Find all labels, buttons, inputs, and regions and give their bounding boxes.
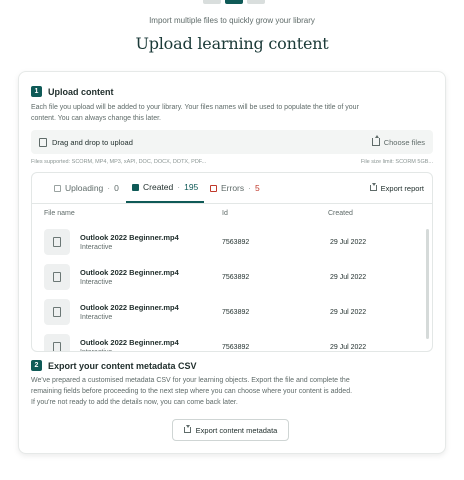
- export-section-description: We've prepared a customised metadata CSV…: [31, 377, 353, 406]
- upload-section-title: Upload content: [48, 86, 114, 97]
- download-icon: [183, 425, 191, 433]
- step-number-badge: 2: [31, 360, 42, 371]
- upload-section-header: 1 Upload content: [31, 86, 114, 97]
- choose-files-button[interactable]: Choose files: [371, 135, 425, 147]
- file-thumbnail: [44, 264, 70, 290]
- file-created-date: 29 Jul 2022: [330, 239, 367, 246]
- tabs-divider: [32, 203, 432, 204]
- column-id: Id: [222, 210, 228, 217]
- document-icon: [53, 342, 61, 351]
- column-created: Created: [328, 210, 353, 217]
- step-indicator-1: [203, 0, 221, 4]
- file-info: Files supported: SCORM, MP4, MP3, xAPI, …: [31, 159, 433, 165]
- document-icon: [53, 307, 61, 317]
- file-thumbnail: [44, 299, 70, 325]
- page-subtitle: Import multiple files to quickly grow yo…: [149, 16, 315, 25]
- file-name: Outlook 2022 Beginner.mp4: [80, 303, 179, 312]
- file-created-date: 29 Jul 2022: [330, 309, 367, 316]
- dropzone-label: Drag and drop to upload: [52, 137, 133, 147]
- file-type: Interactive: [80, 244, 113, 251]
- drop-zone[interactable]: Drag and drop to upload Choose files: [31, 130, 433, 154]
- status-tabs: Uploading · 0 Created · 195 Errors · 5 E…: [32, 173, 432, 203]
- file-type: Interactive: [80, 349, 112, 351]
- upload-icon: [371, 135, 380, 146]
- table-row[interactable]: Outlook 2022 Beginner.mp4 Interactive 75…: [32, 262, 422, 296]
- document-icon: [53, 272, 61, 282]
- table-row[interactable]: Outlook 2022 Beginner.mp4 Interactive 75…: [32, 332, 422, 351]
- file-created-date: 29 Jul 2022: [330, 274, 367, 281]
- table-row[interactable]: Outlook 2022 Beginner.mp4 Interactive 75…: [32, 227, 422, 261]
- file-thumbnail: [44, 229, 70, 255]
- step-indicator-3: [247, 0, 265, 4]
- file-id: 7563892: [222, 239, 250, 246]
- created-icon: [132, 183, 139, 191]
- file-id: 7563892: [222, 344, 250, 351]
- files-supported-text: Files supported: SCORM, MP4, MP3, xAPI, …: [31, 159, 207, 165]
- upload-results-panel: Uploading · 0 Created · 195 Errors · 5 E…: [31, 172, 433, 352]
- export-section-header: 2 Export your content metadata CSV: [31, 360, 197, 371]
- export-report-button[interactable]: Export report: [369, 173, 424, 203]
- tab-uploading[interactable]: Uploading · 0: [54, 173, 119, 203]
- file-thumbnail: [44, 334, 70, 351]
- file-name: Outlook 2022 Beginner.mp4: [80, 338, 179, 347]
- step-number-badge: 1: [31, 86, 42, 97]
- file-name: Outlook 2022 Beginner.mp4: [80, 268, 179, 277]
- upload-card: 1 Upload content Each file you upload wi…: [18, 71, 446, 454]
- progress-stepper: [203, 0, 265, 4]
- file-type: Interactive: [80, 314, 113, 321]
- file-size-limit-text: File size limit: SCORM 5GB...: [360, 159, 433, 165]
- table-row[interactable]: Outlook 2022 Beginner.mp4 Interactive 75…: [32, 297, 422, 331]
- file-id: 7563892: [222, 309, 250, 316]
- uploading-icon: [54, 184, 61, 192]
- column-file-name: File name: [44, 210, 75, 217]
- table-header: File name Id Created: [32, 207, 432, 223]
- file-icon: [39, 137, 47, 147]
- tab-created[interactable]: Created · 195: [126, 173, 205, 203]
- file-created-date: 29 Jul 2022: [330, 344, 367, 351]
- table-scrollbar[interactable]: [426, 229, 429, 339]
- page-title: Upload learning content: [135, 34, 329, 53]
- step-indicator-2: [225, 0, 243, 4]
- upload-section-description: Each file you upload will be added to yo…: [31, 104, 359, 122]
- error-icon: [210, 184, 217, 192]
- download-icon: [369, 183, 377, 191]
- document-icon: [53, 237, 61, 247]
- file-id: 7563892: [222, 274, 250, 281]
- export-section-title: Export your content metadata CSV: [48, 360, 197, 371]
- tab-errors[interactable]: Errors · 5: [210, 173, 260, 203]
- file-type: Interactive: [80, 279, 113, 286]
- file-name: Outlook 2022 Beginner.mp4: [80, 233, 179, 242]
- export-content-metadata-button[interactable]: Export content metadata: [172, 419, 289, 441]
